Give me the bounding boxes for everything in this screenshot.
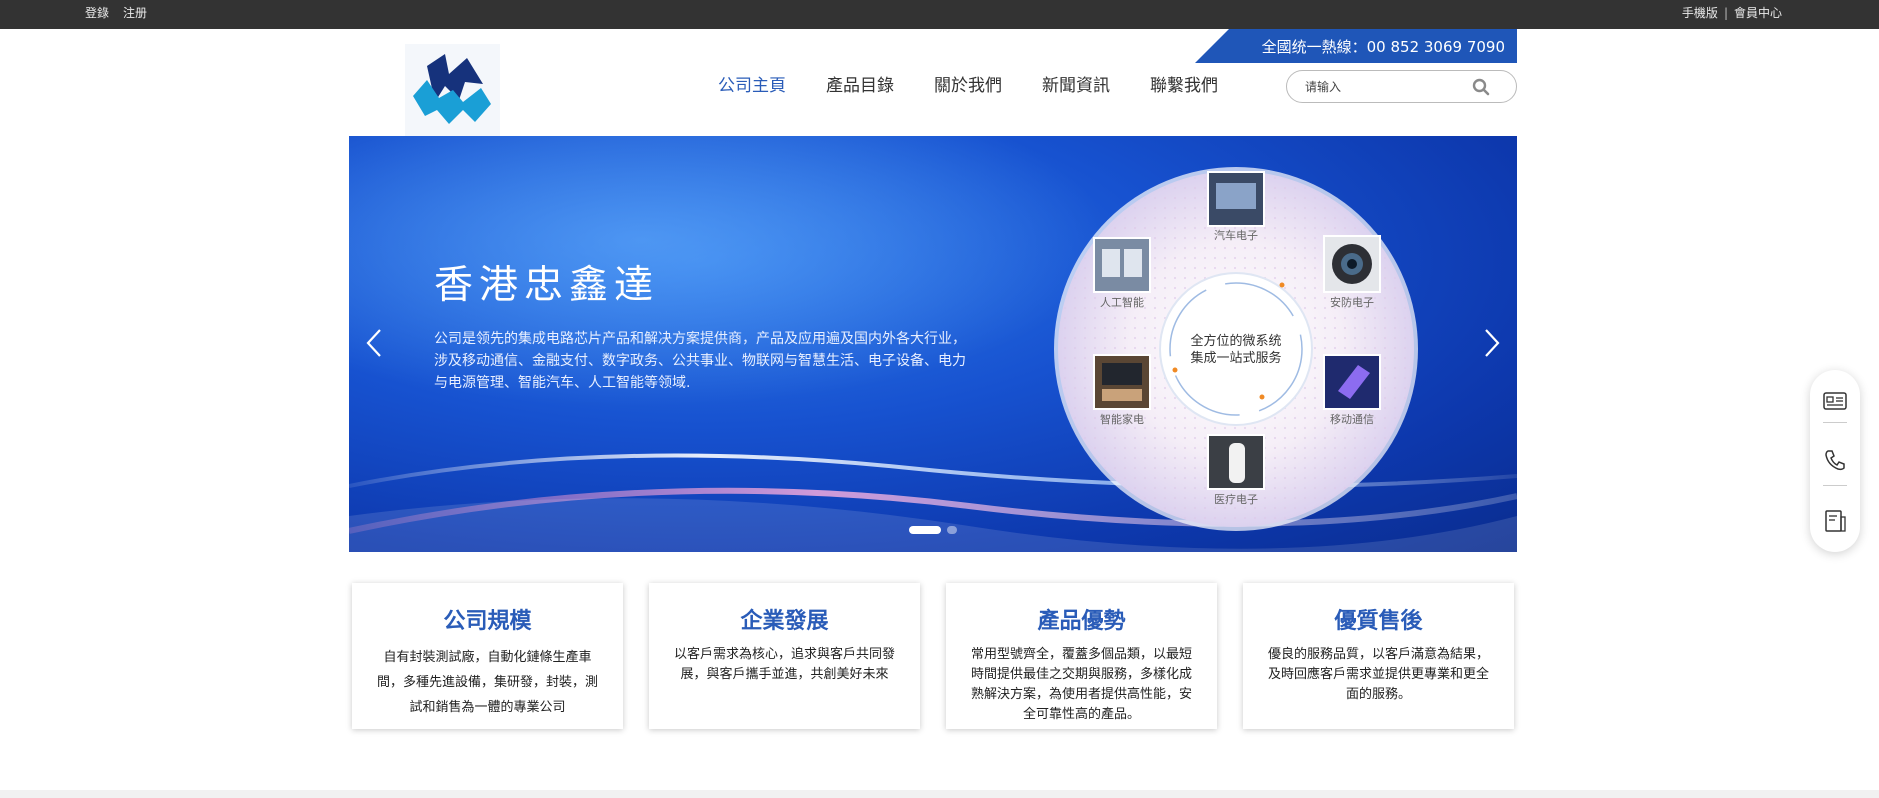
floating-contact-bar	[1810, 370, 1860, 552]
feature-card-scale[interactable]: 公司規模 自有封裝測試廠，自動化鏈條生產車間，多種先進設備，集研發，封裝，測試和…	[352, 583, 623, 729]
member-center-link[interactable]: 會員中心	[1734, 4, 1782, 21]
nav-item-home[interactable]: 公司主頁	[718, 71, 786, 96]
site-header: 公司主頁 產品目錄 關於我們 新聞資訊 聯繫我們	[0, 29, 1879, 139]
slide-dot-1[interactable]	[909, 526, 941, 534]
wheel-item-ai[interactable]: 人工智能	[1093, 237, 1151, 309]
feature-card-advantage[interactable]: 產品優勢 常用型號齊全，覆蓋多個品類，以最短時間提供最佳之交期與服務，多樣化成熟…	[946, 583, 1217, 729]
main-nav: 公司主頁 產品目錄 關於我們 新聞資訊 聯繫我們	[718, 71, 1218, 96]
wheel-item-home-appliance[interactable]: 智能家电	[1093, 354, 1151, 426]
banner-title: 香港忠鑫達	[434, 263, 660, 308]
feature-card-title: 產品優勢	[1037, 609, 1126, 634]
mobile-version-link[interactable]: 手機版	[1682, 4, 1718, 21]
feature-cards: 公司規模 自有封裝測試廠，自動化鏈條生產車間，多種先進設備，集研發，封裝，測試和…	[352, 583, 1515, 729]
hotline-text: 全國统一熱線：00 852 3069 7090	[1261, 38, 1505, 56]
hotline-banner: 全國统一熱線：00 852 3069 7090	[1195, 29, 1517, 63]
phone-icon[interactable]	[1822, 447, 1848, 473]
document-icon[interactable]	[1822, 508, 1848, 534]
register-link[interactable]: 注册	[123, 4, 147, 21]
nav-item-about[interactable]: 關於我們	[934, 71, 1002, 96]
hero-banner: 香港忠鑫達 公司是领先的集成电路芯片产品和解决方案提供商，产品及应用遍及国内外各…	[349, 136, 1517, 552]
wheel-item-mobile[interactable]: 移动通信	[1323, 354, 1381, 426]
feature-card-title: 公司規模	[443, 609, 532, 634]
wheel-label-medical: 医疗电子	[1214, 492, 1258, 506]
nav-item-products[interactable]: 產品目錄	[826, 71, 894, 96]
feature-card-text: 常用型號齊全，覆蓋多個品類，以最短時間提供最佳之交期與服務，多樣化成熟解決方案，…	[970, 647, 1192, 722]
wheel-label-home-appliance: 智能家电	[1100, 412, 1144, 426]
search-icon[interactable]	[1472, 78, 1490, 96]
top-bar-right: 手機版 | 會員中心	[1682, 4, 1782, 21]
card-icon[interactable]	[1822, 388, 1848, 414]
divider	[1823, 485, 1847, 486]
divider	[1823, 422, 1847, 423]
feature-card-text: 優良的服務品質，以客戶滿意為結果，及時回應客戶需求並提供更專業和更全面的服務。	[1267, 647, 1489, 702]
feature-card-title: 優質售後	[1334, 609, 1423, 634]
feature-card-text: 自有封裝測試廠，自動化鏈條生產車間，多種先進設備，集研發，封裝，測試和銷售為一體…	[376, 650, 598, 715]
footer-strip	[0, 790, 1879, 798]
service-wheel: 全方位的微系统 集成一站式服务 汽车电子 人工智能 安防电子 智能家电 移动通信…	[1054, 167, 1418, 531]
company-logo[interactable]	[405, 44, 500, 139]
nav-item-contact[interactable]: 聯繫我們	[1150, 71, 1218, 96]
wheel-label-mobile: 移动通信	[1330, 413, 1374, 426]
nav-item-news[interactable]: 新聞資訊	[1042, 71, 1110, 96]
wheel-center-line-2: 集成一站式服务	[1190, 350, 1281, 366]
feature-card-development[interactable]: 企業發展 以客戶需求為核心，追求與客戶共同發展，與客戶攜手並進，共創美好未來	[649, 583, 920, 729]
slide-indicators	[909, 526, 957, 534]
separator: |	[1723, 5, 1728, 20]
wheel-label-security: 安防电子	[1330, 295, 1374, 309]
search-input[interactable]	[1305, 78, 1465, 96]
wheel-label-ai: 人工智能	[1100, 295, 1144, 309]
wheel-item-automotive[interactable]: 汽车电子	[1207, 171, 1265, 242]
search-box	[1286, 70, 1517, 103]
login-link[interactable]: 登錄	[85, 4, 109, 21]
feature-card-text: 以客戶需求為核心，追求與客戶共同發展，與客戶攜手並進，共創美好未來	[673, 647, 895, 682]
wheel-center-line-1: 全方位的微系统	[1190, 333, 1281, 349]
wheel-item-security[interactable]: 安防电子	[1323, 235, 1381, 309]
prev-slide-arrow-icon[interactable]	[354, 318, 394, 368]
top-bar: 登錄 注册 手機版 | 會員中心	[0, 0, 1879, 29]
top-bar-left: 登錄 注册	[85, 4, 147, 21]
next-slide-arrow-icon[interactable]	[1472, 318, 1512, 368]
wheel-item-medical[interactable]: 医疗电子	[1207, 434, 1265, 506]
slide-dot-2[interactable]	[947, 526, 957, 534]
feature-card-title: 企業發展	[740, 609, 829, 634]
wheel-label-automotive: 汽车电子	[1214, 228, 1258, 242]
feature-card-after-sales[interactable]: 優質售後 優良的服務品質，以客戶滿意為結果，及時回應客戶需求並提供更專業和更全面…	[1243, 583, 1514, 729]
banner-description: 公司是领先的集成电路芯片产品和解决方案提供商，产品及应用遍及国内外各大行业，涉及…	[434, 331, 966, 391]
